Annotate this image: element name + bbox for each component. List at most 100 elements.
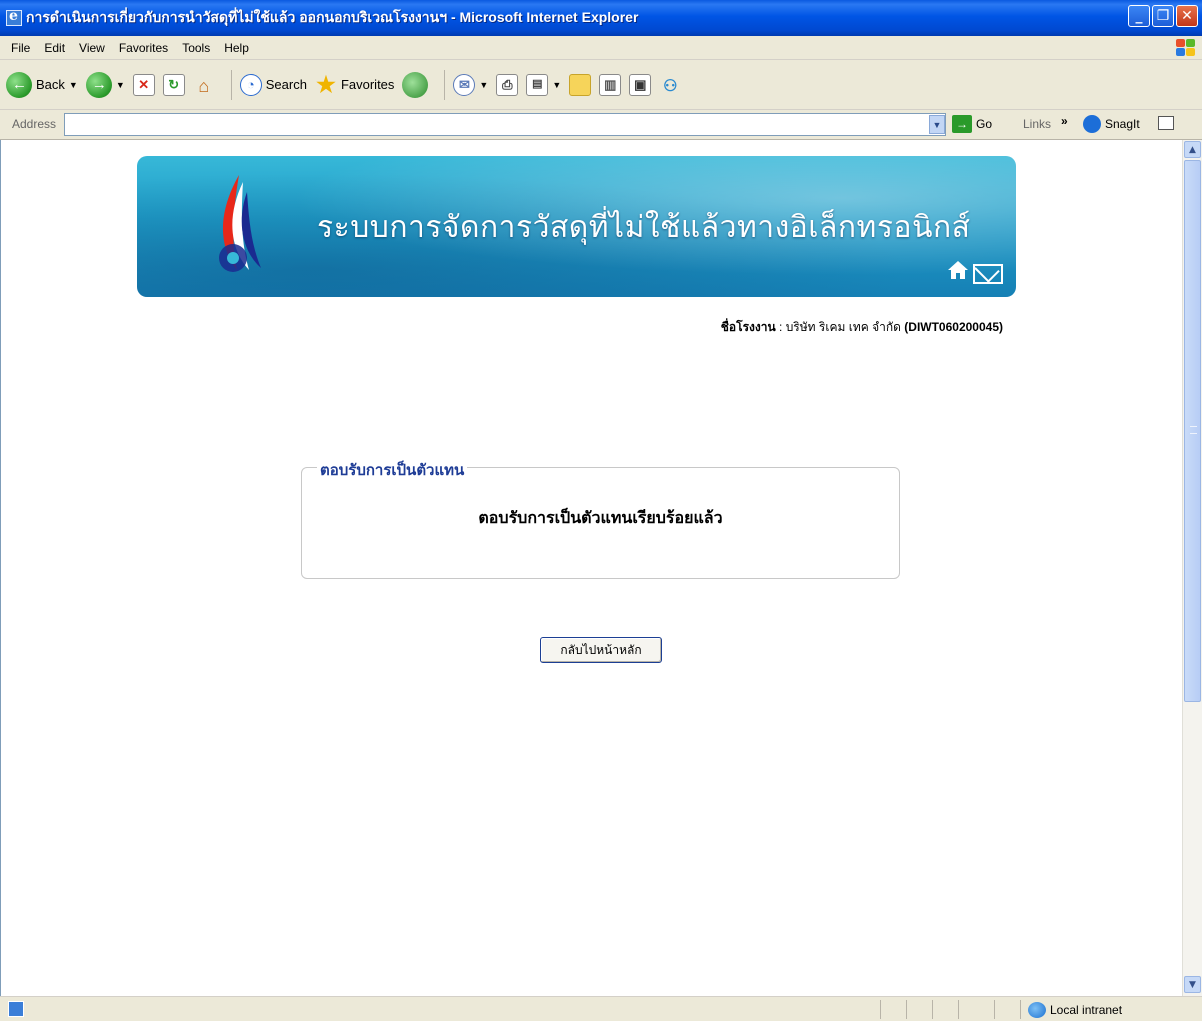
scroll-grip	[1190, 426, 1197, 434]
refresh-icon: ↻	[162, 73, 185, 96]
favorites-button[interactable]: ★ Favorites	[315, 71, 395, 97]
menu-file[interactable]: File	[4, 39, 37, 57]
menu-favorites[interactable]: Favorites	[112, 39, 175, 57]
go-button[interactable]: → Go	[952, 115, 992, 133]
search-icon: ◔	[239, 73, 262, 96]
security-zone[interactable]: Local intranet	[1028, 1002, 1122, 1018]
back-arrow-icon: ←	[6, 71, 32, 98]
close-button[interactable]: ✕	[1176, 5, 1198, 27]
menu-view[interactable]: View	[72, 39, 112, 57]
forward-arrow-icon: →	[85, 71, 112, 98]
page-status-icon	[8, 1001, 24, 1017]
search-button[interactable]: ◔ Search	[239, 73, 307, 96]
factory-separator: :	[775, 320, 786, 334]
intranet-globe-icon	[1028, 1002, 1046, 1018]
factory-label: ชื่อโรงงาน	[720, 320, 776, 334]
status-divider	[1020, 1000, 1021, 1019]
messenger-icon: ⚇	[663, 77, 678, 95]
result-message: ตอบรับการเป็นตัวแทนเรียบร้อยแล้ว	[478, 510, 723, 527]
address-input[interactable]	[64, 113, 946, 136]
edit-button[interactable]: ▤ ▼	[526, 73, 561, 96]
status-bar: Local intranet	[0, 996, 1202, 1021]
ministry-logo	[219, 175, 261, 272]
close-icon: ✕	[1181, 8, 1193, 24]
site-banner: ระบบการจัดการวัสดุที่ไม่ใช้แล้วทางอิเล็ก…	[137, 156, 1016, 297]
mail-icon: ✉	[453, 73, 476, 96]
scroll-thumb[interactable]	[1184, 160, 1201, 702]
snagit-label: SnagIt	[1105, 117, 1140, 131]
forward-dropdown-icon[interactable]: ▼	[116, 80, 125, 90]
scroll-down-icon[interactable]: ▼	[1184, 976, 1201, 993]
window-controls: _ ❐ ✕	[1128, 5, 1198, 27]
edit-page-icon: ▤	[526, 73, 549, 96]
stop-icon: ✕	[132, 73, 155, 96]
star-icon: ★	[316, 71, 336, 97]
window-titlebar[interactable]: การดำเนินการเกี่ยวกับการนำวัสดุที่ไม่ใช้…	[0, 0, 1202, 36]
back-dropdown-icon[interactable]: ▼	[69, 80, 78, 90]
restore-button[interactable]: ❐	[1152, 5, 1174, 27]
home-icon: ⌂	[198, 75, 210, 96]
forward-button[interactable]: → ▼	[85, 71, 125, 98]
menu-tools[interactable]: Tools	[175, 39, 217, 57]
edit-dropdown-icon[interactable]: ▼	[552, 80, 561, 90]
status-divider	[994, 1000, 995, 1019]
address-label: Address	[12, 117, 57, 131]
folder-icon	[569, 73, 592, 96]
history-icon	[402, 71, 429, 98]
factory-info: ชื่อโรงงาน : บริษัท ริเคม เทค จำกัด (DIW…	[601, 318, 1003, 337]
result-fieldset: ตอบรับการเป็นตัวแทน ตอบรับการเป็นตัวแทนเ…	[301, 458, 900, 579]
refresh-button[interactable]: ↻	[162, 73, 185, 96]
restore-icon: ❐	[1156, 8, 1170, 24]
messenger-button[interactable]: ▣	[629, 73, 652, 96]
back-to-home-button[interactable]: กลับไปหน้าหลัก	[540, 637, 662, 663]
scroll-up-icon[interactable]: ▲	[1184, 141, 1201, 158]
favorites-label: Favorites	[340, 77, 395, 92]
status-divider	[958, 1000, 959, 1019]
factory-code: (DIWT060200045)	[904, 320, 1003, 334]
menu-help[interactable]: Help	[217, 39, 256, 57]
snagit-window-icon[interactable]	[1158, 116, 1174, 130]
go-arrow-icon: →	[952, 115, 972, 133]
stop-button[interactable]: ✕	[132, 73, 155, 96]
minimize-button[interactable]: _	[1128, 5, 1150, 27]
links-chevron-icon[interactable]: »	[1061, 114, 1068, 128]
history-button[interactable]	[402, 71, 429, 98]
menu-bar: File Edit View Favorites Tools Help	[0, 36, 1202, 60]
back-label: Back	[36, 77, 65, 92]
status-divider	[906, 1000, 907, 1019]
discuss-button[interactable]	[569, 73, 592, 96]
factory-name: บริษัท ริเคม เทค จำกัด	[785, 320, 901, 334]
snagit-capture-icon: ▣	[629, 73, 652, 96]
links-label[interactable]: Links	[1023, 117, 1051, 131]
status-divider	[932, 1000, 933, 1019]
go-label: Go	[976, 117, 993, 131]
vertical-scrollbar[interactable]: ▲ ▼	[1182, 140, 1202, 996]
mail-icon[interactable]	[973, 264, 1003, 284]
snagit-icon	[1083, 115, 1101, 133]
zone-label: Local intranet	[1050, 1003, 1123, 1017]
mail-button[interactable]: ✉ ▼	[453, 73, 488, 96]
home-icon[interactable]	[947, 260, 969, 280]
contacts-button[interactable]: ⚇	[659, 74, 681, 96]
result-legend: ตอบรับการเป็นตัวแทน	[317, 458, 468, 482]
toolbar-separator	[444, 69, 446, 100]
ie-page-icon	[6, 8, 22, 26]
snagit-button[interactable]: SnagIt	[1083, 115, 1140, 133]
standard-toolbar: ← Back ▼ → ▼ ✕ ↻ ⌂ ◔ Search ★ Favorites …	[0, 60, 1202, 110]
research-icon: ▥	[599, 73, 622, 96]
search-label: Search	[265, 77, 307, 92]
menu-edit[interactable]: Edit	[37, 39, 72, 57]
research-button[interactable]: ▥	[599, 73, 622, 96]
page-content: ระบบการจัดการวัสดุที่ไม่ใช้แล้วทางอิเล็ก…	[0, 140, 1182, 996]
back-button[interactable]: ← Back ▼	[6, 71, 78, 98]
banner-title: ระบบการจัดการวัสดุที่ไม่ใช้แล้วทางอิเล็ก…	[317, 211, 971, 244]
mail-dropdown-icon[interactable]: ▼	[479, 80, 488, 90]
address-dropdown-icon[interactable]: ▼	[929, 115, 945, 134]
window-title: การดำเนินการเกี่ยวกับการนำวัสดุที่ไม่ใช้…	[26, 9, 639, 25]
windows-logo-icon	[1174, 38, 1198, 58]
status-divider	[880, 1000, 881, 1019]
home-button[interactable]: ⌂	[193, 74, 215, 96]
print-button[interactable]: ⎙	[496, 73, 519, 96]
address-bar: Address ▼ → Go Links » SnagIt	[0, 110, 1202, 140]
minimize-icon: _	[1135, 8, 1143, 24]
